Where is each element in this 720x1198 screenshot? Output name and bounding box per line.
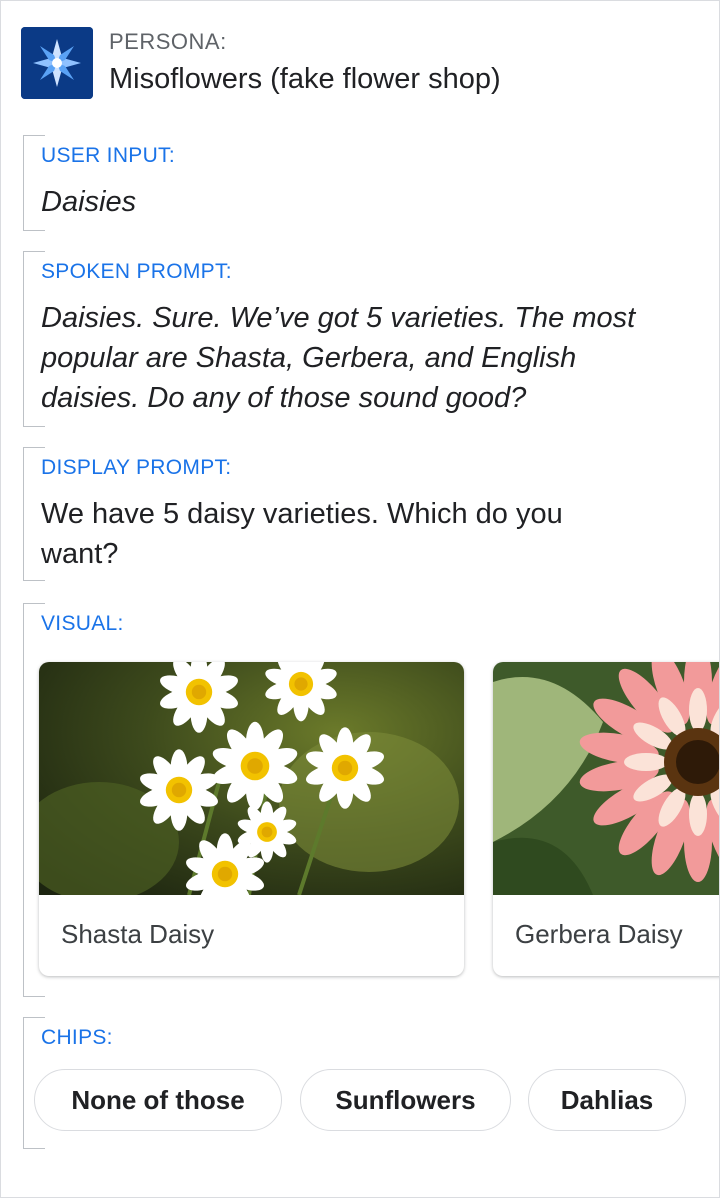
visual-label: VISUAL: xyxy=(41,612,124,635)
spoken-prompt-text: Daisies. Sure. We’ve got 5 varieties. Th… xyxy=(41,298,691,418)
gerbera-daisy-card[interactable]: Gerbera Daisy xyxy=(493,662,719,976)
display-prompt-line: We have 5 daisy varieties. Which do you xyxy=(41,498,563,530)
display-prompt-text: We have 5 daisy varieties. Which do you … xyxy=(41,494,691,574)
display-prompt-line: want? xyxy=(41,538,119,570)
gerbera-daisy-photo xyxy=(493,662,719,895)
persona-name: Misoflowers (fake flower shop) xyxy=(109,63,501,95)
display-prompt-label: DISPLAY PROMPT: xyxy=(41,456,232,479)
user-input-text: Daisies xyxy=(41,186,137,218)
user-input-label: USER INPUT: xyxy=(41,144,175,167)
card-title: Gerbera Daisy xyxy=(515,919,683,949)
spoken-prompt-label: SPOKEN PROMPT: xyxy=(41,260,232,283)
chip-none-of-those[interactable]: None of those xyxy=(34,1069,282,1131)
card-title: Shasta Daisy xyxy=(61,919,215,949)
shasta-daisy-photo xyxy=(39,662,464,895)
conversation-spec-panel: PERSONA: Misoflowers (fake flower shop) … xyxy=(0,0,720,1198)
chips-label: CHIPS: xyxy=(41,1026,113,1049)
shasta-daisy-card[interactable]: Shasta Daisy xyxy=(39,662,464,976)
flower-logo-icon xyxy=(21,27,93,99)
persona-label: PERSONA: xyxy=(109,29,227,54)
spoken-prompt-line: daisies. Do any of those sound good? xyxy=(41,382,527,414)
spoken-prompt-line: Daisies. Sure. We’ve got 5 varieties. Th… xyxy=(41,302,636,334)
spoken-prompt-line: popular are Shasta, Gerbera, and English xyxy=(41,342,577,374)
chip-sunflowers[interactable]: Sunflowers xyxy=(300,1069,511,1131)
chip-dahlias[interactable]: Dahlias xyxy=(528,1069,686,1131)
